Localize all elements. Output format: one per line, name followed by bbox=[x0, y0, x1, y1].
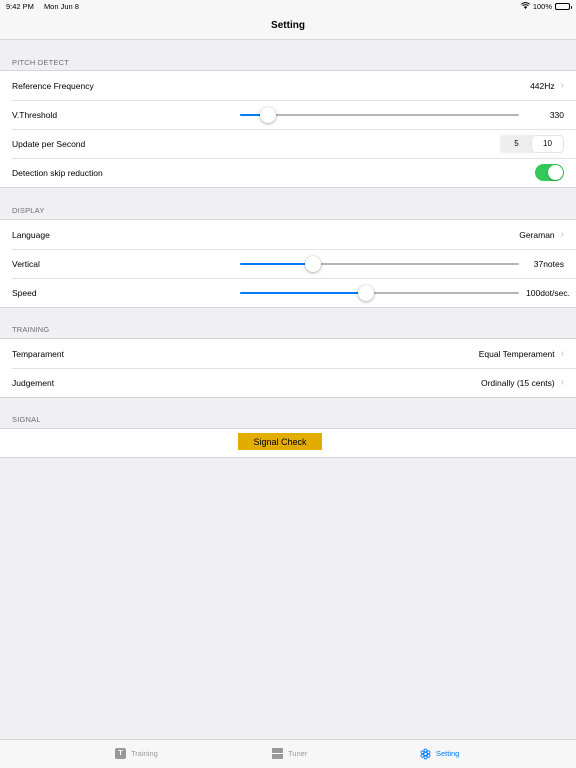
training-group: Temparament Equal Temperament › Judgemen… bbox=[0, 338, 576, 398]
speed-value: 100dot/sec. bbox=[526, 287, 570, 298]
speed-slider-thumb[interactable] bbox=[357, 284, 374, 301]
detection-skip-reduction-label: Detection skip reduction bbox=[12, 167, 103, 178]
language-value: Geraman bbox=[519, 229, 555, 240]
navigation-bar: Setting bbox=[0, 12, 576, 40]
vertical-slider-thumb[interactable] bbox=[304, 255, 321, 272]
update-per-second-row: Update per Second 5 10 bbox=[0, 129, 576, 158]
tab-tuner[interactable]: Tuner bbox=[272, 748, 307, 759]
segment-5[interactable]: 5 bbox=[501, 136, 532, 152]
speed-row: Speed 100dot/sec. bbox=[0, 278, 576, 307]
vertical-row: Vertical 37notes bbox=[0, 249, 576, 278]
section-header-signal: SIGNAL bbox=[12, 415, 41, 424]
language-row[interactable]: Language Geraman › bbox=[0, 220, 576, 249]
temparament-value: Equal Temperament bbox=[478, 348, 555, 359]
language-label: Language bbox=[12, 229, 50, 240]
chevron-right-icon: › bbox=[560, 228, 564, 240]
section-header-training: TRAINING bbox=[12, 325, 50, 334]
reference-frequency-label: Reference Frequency bbox=[12, 80, 94, 91]
page-title: Setting bbox=[271, 20, 305, 31]
chevron-right-icon: › bbox=[560, 376, 564, 388]
section-header-display: DISPLAY bbox=[12, 206, 45, 215]
reference-frequency-value: 442Hz bbox=[530, 80, 555, 91]
segment-10[interactable]: 10 bbox=[532, 135, 563, 152]
status-date: Mon Jun 8 bbox=[43, 1, 79, 11]
tab-setting-label: Setting bbox=[436, 749, 460, 758]
signal-check-button[interactable]: Signal Check bbox=[238, 433, 322, 450]
tab-tuner-label: Tuner bbox=[288, 749, 308, 758]
judgement-row[interactable]: Judgement Ordinally (15 cents) › bbox=[0, 368, 576, 397]
v-threshold-slider-thumb[interactable] bbox=[259, 106, 276, 123]
vertical-label: Vertical bbox=[12, 258, 40, 269]
detection-skip-reduction-row: Detection skip reduction bbox=[0, 158, 576, 187]
tab-training-label: Training bbox=[131, 749, 158, 758]
temparament-label: Temparament bbox=[12, 348, 64, 359]
chevron-right-icon: › bbox=[560, 347, 564, 359]
v-threshold-label: V.Threshold bbox=[12, 109, 58, 120]
wifi-icon bbox=[520, 1, 530, 11]
signal-group: Signal Check bbox=[0, 428, 576, 458]
chevron-right-icon: › bbox=[560, 79, 564, 91]
training-icon: T bbox=[115, 748, 126, 759]
section-header-pitch-detect: PITCH DETECT bbox=[12, 58, 69, 67]
speed-label: Speed bbox=[12, 287, 37, 298]
status-bar: 9:42 PM Mon Jun 8 100% bbox=[0, 0, 576, 12]
battery-icon bbox=[555, 2, 572, 10]
reference-frequency-row[interactable]: Reference Frequency 442Hz › bbox=[0, 71, 576, 100]
tab-training[interactable]: T Training bbox=[115, 748, 158, 759]
status-time: 9:42 PM bbox=[6, 1, 34, 11]
v-threshold-row: V.Threshold 330 bbox=[0, 100, 576, 129]
gear-icon bbox=[420, 748, 431, 759]
tab-setting[interactable]: Setting bbox=[420, 748, 459, 759]
vertical-value: 37notes bbox=[533, 258, 564, 269]
v-threshold-slider[interactable] bbox=[240, 106, 519, 123]
battery-percent: 100% bbox=[532, 1, 552, 11]
display-group: Language Geraman › Vertical 37notes Spee… bbox=[0, 219, 576, 308]
judgement-label: Judgement bbox=[12, 377, 55, 388]
update-per-second-segmented-control: 5 10 bbox=[500, 134, 564, 153]
pitch-detect-group: Reference Frequency 442Hz › V.Threshold … bbox=[0, 70, 576, 188]
tuner-icon bbox=[272, 748, 283, 759]
vertical-slider[interactable] bbox=[240, 255, 519, 272]
update-per-second-label: Update per Second bbox=[12, 138, 86, 149]
temparament-row[interactable]: Temparament Equal Temperament › bbox=[0, 339, 576, 368]
detection-skip-reduction-toggle[interactable] bbox=[535, 164, 564, 181]
speed-slider[interactable] bbox=[240, 284, 519, 301]
judgement-value: Ordinally (15 cents) bbox=[480, 377, 555, 388]
tab-bar: T Training Tuner Setting bbox=[0, 739, 576, 768]
v-threshold-value: 330 bbox=[549, 109, 564, 120]
